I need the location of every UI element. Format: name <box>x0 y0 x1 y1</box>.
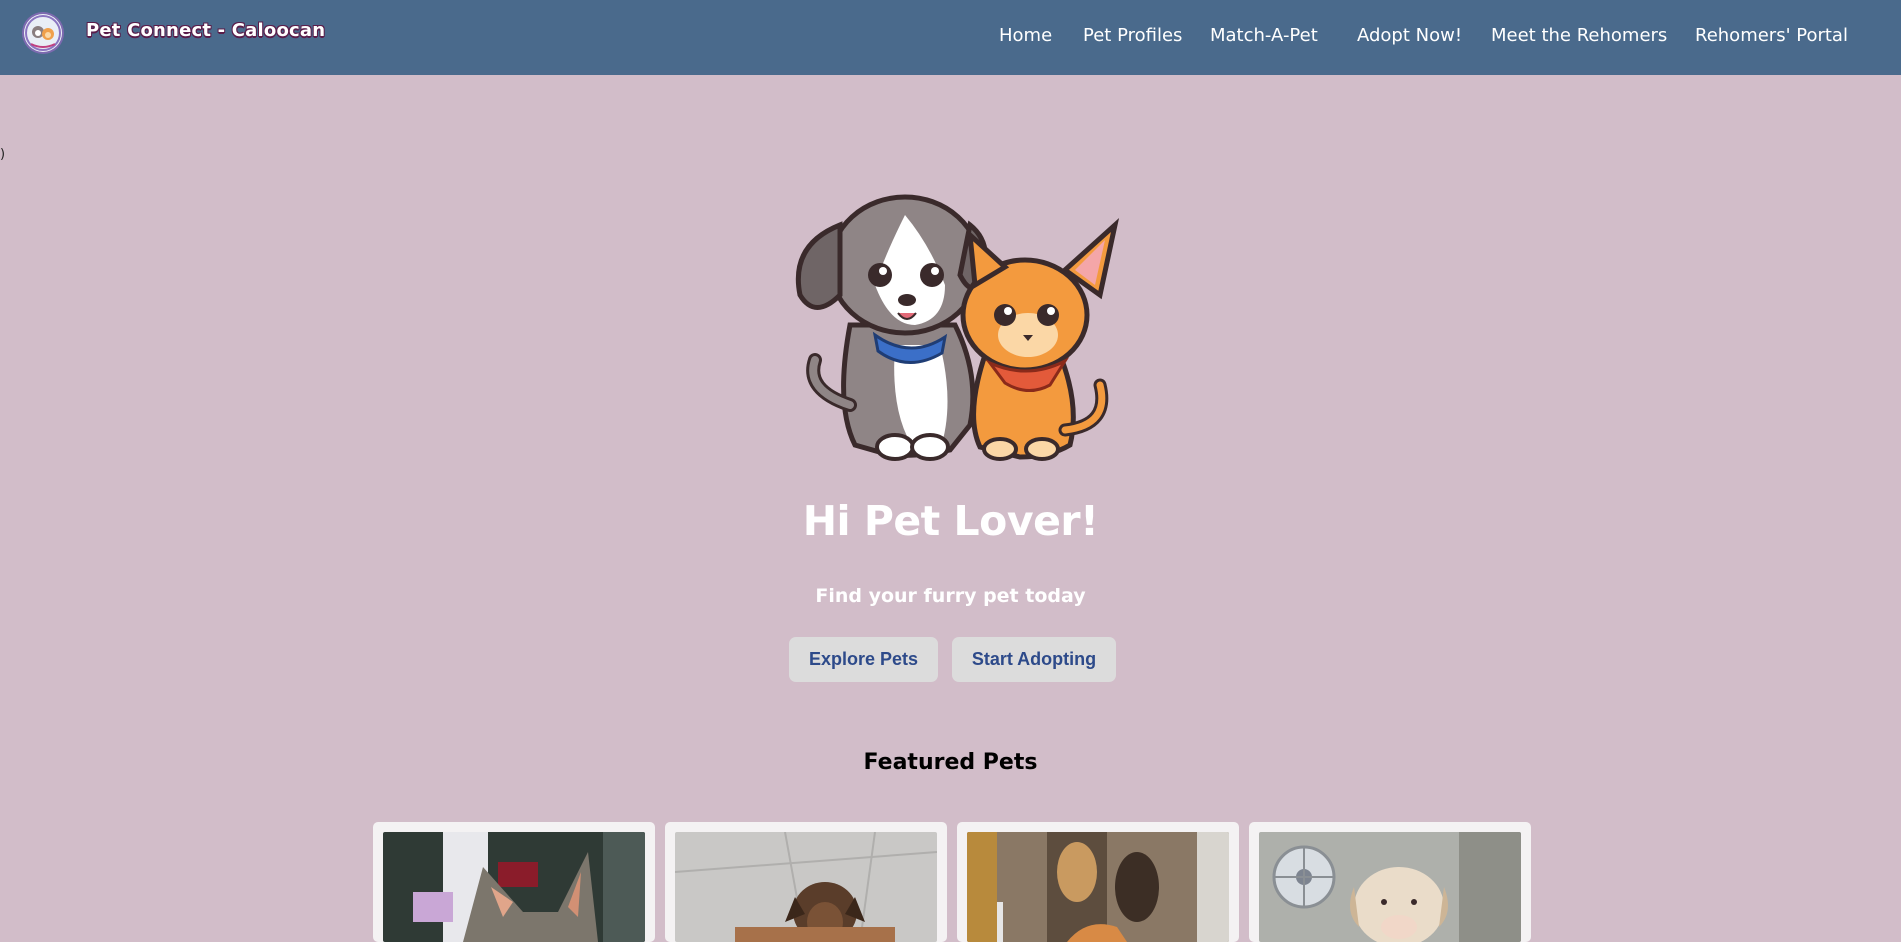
hero-title: Hi Pet Lover! <box>802 497 1099 545</box>
featured-pet-card[interactable] <box>665 822 947 942</box>
nav-pet-profiles[interactable]: Pet Profiles <box>1083 25 1182 46</box>
pet-connect-logo-icon[interactable] <box>24 14 62 52</box>
featured-pet-card[interactable] <box>373 822 655 942</box>
nav-home[interactable]: Home <box>999 25 1052 46</box>
start-adopting-button[interactable]: Start Adopting <box>952 637 1116 682</box>
explore-pets-button[interactable]: Explore Pets <box>789 637 938 682</box>
dog-and-cat-illustration <box>780 175 1130 469</box>
stray-glyph: ) <box>0 147 6 162</box>
featured-pets-heading: Featured Pets <box>863 750 1038 775</box>
featured-pet-card[interactable] <box>957 822 1239 942</box>
nav-meet-the-rehomers[interactable]: Meet the Rehomers <box>1491 25 1667 46</box>
nav-match-a-pet[interactable]: Match-A-Pet <box>1210 25 1318 46</box>
brand-title[interactable]: Pet Connect - Caloocan <box>86 20 325 41</box>
top-navbar: Pet Connect - Caloocan Home Pet Profiles… <box>0 0 1901 75</box>
hero-subtitle: Find your furry pet today <box>815 585 1086 607</box>
nav-adopt-now[interactable]: Adopt Now! <box>1357 25 1462 46</box>
featured-pet-card[interactable] <box>1249 822 1531 942</box>
nav-rehomers-portal[interactable]: Rehomers' Portal <box>1695 25 1848 46</box>
